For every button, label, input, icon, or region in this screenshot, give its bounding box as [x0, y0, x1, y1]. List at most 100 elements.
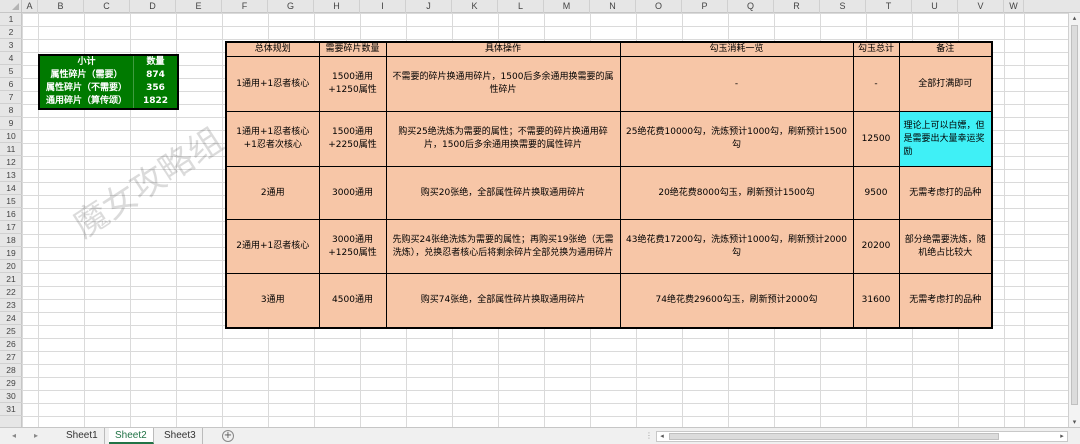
column-header[interactable]: D: [130, 0, 176, 13]
column-header[interactable]: U: [912, 0, 958, 13]
cell-total[interactable]: -: [852, 56, 900, 112]
summary-value[interactable]: 1822: [133, 95, 177, 108]
summary-label[interactable]: 属性碎片（不需要）: [40, 82, 133, 95]
row-header[interactable]: 24: [0, 312, 22, 325]
row-header[interactable]: 2: [0, 26, 22, 39]
row-header[interactable]: 27: [0, 351, 22, 364]
column-header[interactable]: G: [268, 0, 314, 13]
row-header[interactable]: 20: [0, 260, 22, 273]
tab-sheet2[interactable]: Sheet2: [109, 428, 154, 444]
row-header[interactable]: 29: [0, 377, 22, 390]
cell-note[interactable]: 全部打满即可: [898, 56, 993, 112]
vertical-scrollbar[interactable]: ▴ ▾: [1068, 13, 1080, 427]
row-header[interactable]: 14: [0, 182, 22, 195]
select-all-corner[interactable]: [0, 0, 22, 13]
cell-operation[interactable]: 先购买24张绝洗炼为需要的属性；再购买19张绝（无需洗炼），兑换忍者核心后将剩余…: [385, 219, 621, 274]
row-header[interactable]: 17: [0, 221, 22, 234]
next-sheet-icon[interactable]: ▸: [34, 431, 38, 440]
scroll-down-icon[interactable]: ▾: [1069, 417, 1080, 427]
row-header[interactable]: 19: [0, 247, 22, 260]
cell-total[interactable]: 12500: [852, 111, 900, 167]
column-header[interactable]: A: [22, 0, 38, 13]
cell-operation[interactable]: 购买25绝洗炼为需要的属性；不需要的碎片换通用碎片，1500后多余通用换需要的属…: [385, 111, 621, 167]
cell-plan[interactable]: 1通用+1忍者核心+1忍者次核心: [225, 111, 320, 167]
header-note[interactable]: 备注: [898, 41, 993, 57]
row-header[interactable]: 7: [0, 91, 22, 104]
horizontal-scroll-thumb[interactable]: [669, 433, 999, 440]
column-header[interactable]: O: [636, 0, 682, 13]
column-header[interactable]: L: [498, 0, 544, 13]
summary-label[interactable]: 属性碎片（需要）: [40, 69, 133, 82]
scroll-left-icon[interactable]: ◂: [657, 432, 667, 441]
row-header[interactable]: 16: [0, 208, 22, 221]
row-header[interactable]: 21: [0, 273, 22, 286]
prev-sheet-icon[interactable]: ◂: [12, 431, 16, 440]
cell-cost[interactable]: -: [619, 56, 854, 112]
cell-plan[interactable]: 2通用+1忍者核心: [225, 219, 320, 274]
header-operation[interactable]: 具体操作: [385, 41, 621, 57]
row-header[interactable]: 25: [0, 325, 22, 338]
cell-fragments[interactable]: 3000通用+1250属性: [318, 219, 387, 274]
scroll-right-icon[interactable]: ▸: [1057, 432, 1067, 441]
header-cost[interactable]: 勾玉消耗一览: [619, 41, 854, 57]
column-header[interactable]: V: [958, 0, 1004, 13]
cell-plan[interactable]: 1通用+1忍者核心: [225, 56, 320, 112]
summary-header-label[interactable]: 小计: [40, 56, 133, 69]
summary-value[interactable]: 356: [133, 82, 177, 95]
row-header[interactable]: 10: [0, 130, 22, 143]
row-header[interactable]: 18: [0, 234, 22, 247]
tab-sheet3[interactable]: Sheet3: [158, 428, 203, 444]
summary-header-count[interactable]: 数量: [133, 56, 177, 69]
column-header[interactable]: M: [544, 0, 590, 13]
row-header[interactable]: 4: [0, 52, 22, 65]
column-header[interactable]: Q: [728, 0, 774, 13]
cell-note[interactable]: 部分绝需要洗炼，随机绝占比较大: [898, 219, 993, 274]
column-header[interactable]: K: [452, 0, 498, 13]
add-sheet-icon[interactable]: +: [222, 430, 234, 442]
row-header[interactable]: 5: [0, 65, 22, 78]
tab-sheet1[interactable]: Sheet1: [60, 428, 105, 444]
cell-total[interactable]: 9500: [852, 166, 900, 220]
more-icon[interactable]: ⋮: [645, 431, 653, 440]
row-header[interactable]: 3: [0, 39, 22, 52]
cell-cost[interactable]: 74绝花费29600勾玉，刷新预计2000勾: [619, 273, 854, 328]
cell-plan[interactable]: 3通用: [225, 273, 320, 328]
row-header[interactable]: 23: [0, 299, 22, 312]
cell-fragments[interactable]: 1500通用+1250属性: [318, 56, 387, 112]
column-header[interactable]: I: [360, 0, 406, 13]
column-header[interactable]: P: [682, 0, 728, 13]
row-header[interactable]: 9: [0, 117, 22, 130]
cell-operation[interactable]: 购买74张绝，全部属性碎片换取通用碎片: [385, 273, 621, 328]
cell-note-highlighted[interactable]: 理论上可以白嫖，但是需要出大量幸运奖励: [898, 111, 993, 167]
column-header[interactable]: T: [866, 0, 912, 13]
column-header[interactable]: W: [1004, 0, 1024, 13]
summary-value[interactable]: 874: [133, 69, 177, 82]
horizontal-scrollbar[interactable]: ◂ ▸: [656, 431, 1068, 442]
scroll-up-icon[interactable]: ▴: [1069, 13, 1080, 23]
column-header[interactable]: C: [84, 0, 130, 13]
cell-cost[interactable]: 25绝花费10000勾，洗炼预计1000勾，刷新预计1500勾: [619, 111, 854, 167]
column-header[interactable]: B: [38, 0, 84, 13]
row-header[interactable]: 15: [0, 195, 22, 208]
cell-total[interactable]: 20200: [852, 219, 900, 274]
row-header[interactable]: 8: [0, 104, 22, 117]
row-header[interactable]: 12: [0, 156, 22, 169]
cell-fragments[interactable]: 3000通用: [318, 166, 387, 220]
column-header[interactable]: R: [774, 0, 820, 13]
cell-cost[interactable]: 20绝花费8000勾玉，刷新预计1500勾: [619, 166, 854, 220]
row-header[interactable]: 26: [0, 338, 22, 351]
row-header[interactable]: 1: [0, 13, 22, 26]
row-header[interactable]: 22: [0, 286, 22, 299]
header-plan[interactable]: 总体规划: [225, 41, 320, 57]
row-header[interactable]: 31: [0, 403, 22, 416]
cell-fragments[interactable]: 4500通用: [318, 273, 387, 328]
cell-note[interactable]: 无需考虑打的品种: [898, 273, 993, 328]
header-total[interactable]: 勾玉总计: [852, 41, 900, 57]
summary-label[interactable]: 通用碎片（算传颂）: [40, 95, 133, 108]
column-header[interactable]: J: [406, 0, 452, 13]
cell-fragments[interactable]: 1500通用+2250属性: [318, 111, 387, 167]
vertical-scroll-thumb[interactable]: [1071, 25, 1078, 405]
row-header[interactable]: 28: [0, 364, 22, 377]
row-header[interactable]: 30: [0, 390, 22, 403]
column-header[interactable]: S: [820, 0, 866, 13]
